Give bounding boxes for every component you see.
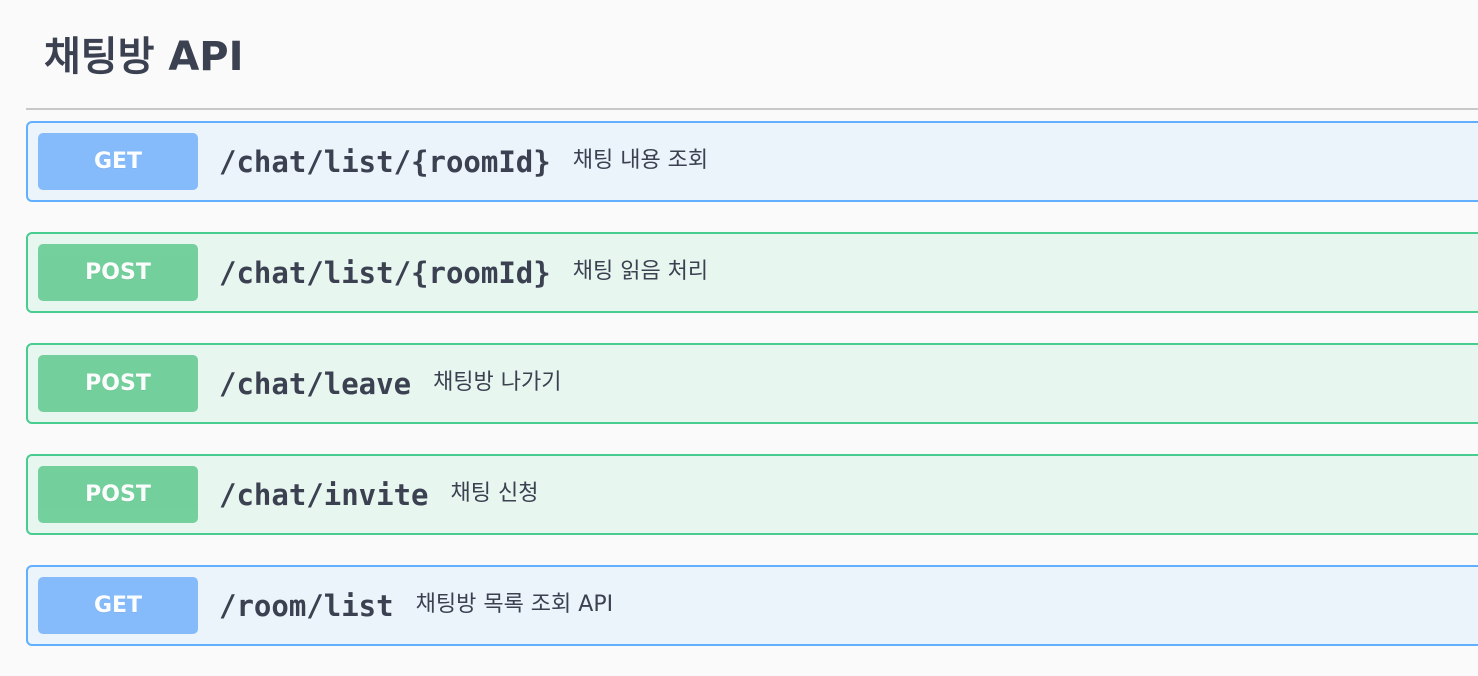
method-badge: POST bbox=[38, 355, 198, 412]
section-divider bbox=[26, 108, 1478, 110]
section-title[interactable]: 채팅방 API bbox=[44, 22, 243, 92]
method-badge: GET bbox=[38, 577, 198, 634]
operation-post-chat-leave[interactable]: POST /chat/leave 채팅방 나가기 bbox=[26, 343, 1478, 424]
operation-post-chat-list[interactable]: POST /chat/list/{roomId} 채팅 읽음 처리 bbox=[26, 232, 1478, 313]
operation-summary: 채팅방 목록 조회 API bbox=[415, 591, 614, 617]
operation-summary: 채팅 신청 bbox=[450, 480, 539, 506]
method-badge: GET bbox=[38, 133, 198, 190]
operation-path: /room/list bbox=[219, 588, 394, 623]
method-badge: POST bbox=[38, 244, 198, 301]
operation-get-room-list[interactable]: GET /room/list 채팅방 목록 조회 API bbox=[26, 565, 1478, 646]
operation-post-chat-invite[interactable]: POST /chat/invite 채팅 신청 bbox=[26, 454, 1478, 535]
operation-path: /chat/leave bbox=[219, 366, 412, 401]
operation-path: /chat/invite bbox=[219, 477, 429, 512]
method-badge: POST bbox=[38, 466, 198, 523]
operation-summary: 채팅방 나가기 bbox=[433, 369, 562, 395]
operation-summary: 채팅 내용 조회 bbox=[572, 147, 709, 173]
operation-get-chat-list[interactable]: GET /chat/list/{roomId} 채팅 내용 조회 bbox=[26, 121, 1478, 202]
operations-list: GET /chat/list/{roomId} 채팅 내용 조회 POST /c… bbox=[26, 121, 1478, 676]
operation-summary: 채팅 읽음 처리 bbox=[572, 258, 709, 284]
operation-path: /chat/list/{roomId} bbox=[219, 144, 551, 179]
operation-path: /chat/list/{roomId} bbox=[219, 255, 551, 290]
